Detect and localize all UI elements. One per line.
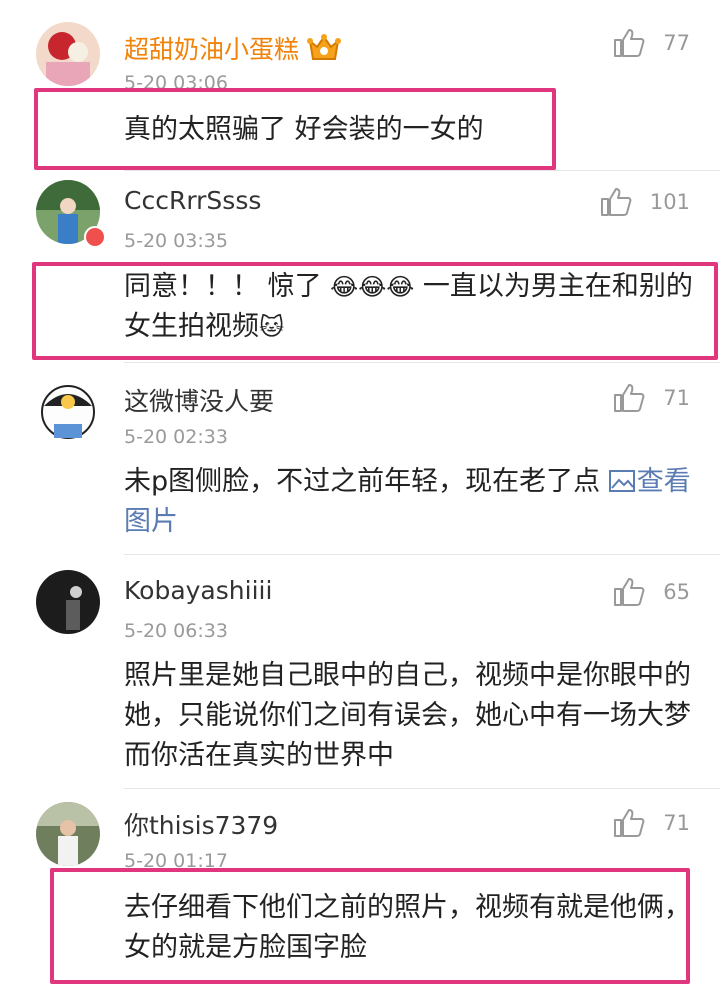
thumbs-up-icon [614, 29, 645, 57]
like-button[interactable]: 65 [613, 577, 690, 607]
divider [124, 362, 720, 363]
like-count: 71 [663, 811, 690, 835]
verified-badge-icon [84, 226, 106, 248]
avatar[interactable] [36, 378, 100, 442]
like-count: 77 [663, 31, 690, 55]
like-count: 65 [663, 580, 690, 604]
like-button[interactable]: 77 [613, 28, 690, 58]
username-text[interactable]: 超甜奶油小蛋糕 [124, 35, 299, 64]
avatar[interactable] [36, 22, 100, 86]
comment-time: 5-20 06:33 [124, 620, 228, 642]
thumbs-up-icon [614, 809, 645, 837]
image-icon [608, 470, 635, 492]
like-button[interactable]: 71 [613, 383, 690, 413]
avatar[interactable] [36, 570, 100, 634]
comment-time: 5-20 02:33 [124, 426, 228, 448]
username[interactable]: 这微博没人要 [124, 382, 274, 418]
highlight-box [34, 88, 556, 170]
like-button[interactable]: 71 [613, 808, 690, 838]
comment-text: 未p图侧脸，不过之前年轻，现在老了点 查看图片 [124, 462, 694, 542]
thumbs-up-icon [614, 578, 645, 606]
comment-text: 照片里是她自己眼中的自己，视频中是你眼中的她，只能说你们之间有误会，她心中有一场… [124, 660, 691, 771]
like-button[interactable]: 101 [600, 187, 690, 217]
username[interactable]: 你thisis7379 [124, 806, 278, 842]
highlight-box [32, 262, 718, 360]
username[interactable]: 超甜奶油小蛋糕 [124, 30, 342, 69]
thumbs-up-icon [614, 384, 645, 412]
divider [124, 788, 720, 789]
highlight-box [50, 868, 690, 984]
like-count: 71 [663, 386, 690, 410]
like-count: 101 [649, 190, 690, 214]
divider [124, 170, 720, 171]
divider [124, 554, 720, 555]
vip-crown-icon [307, 33, 342, 69]
username[interactable]: CccRrrSsss [124, 186, 261, 215]
comment-time: 5-20 03:35 [124, 230, 228, 252]
comment-text-part: 未p图侧脸，不过之前年轻，现在老了点 [124, 466, 609, 497]
avatar[interactable] [36, 802, 100, 866]
thumbs-up-icon [600, 188, 632, 216]
username[interactable]: Kobayashiiii [124, 576, 272, 605]
